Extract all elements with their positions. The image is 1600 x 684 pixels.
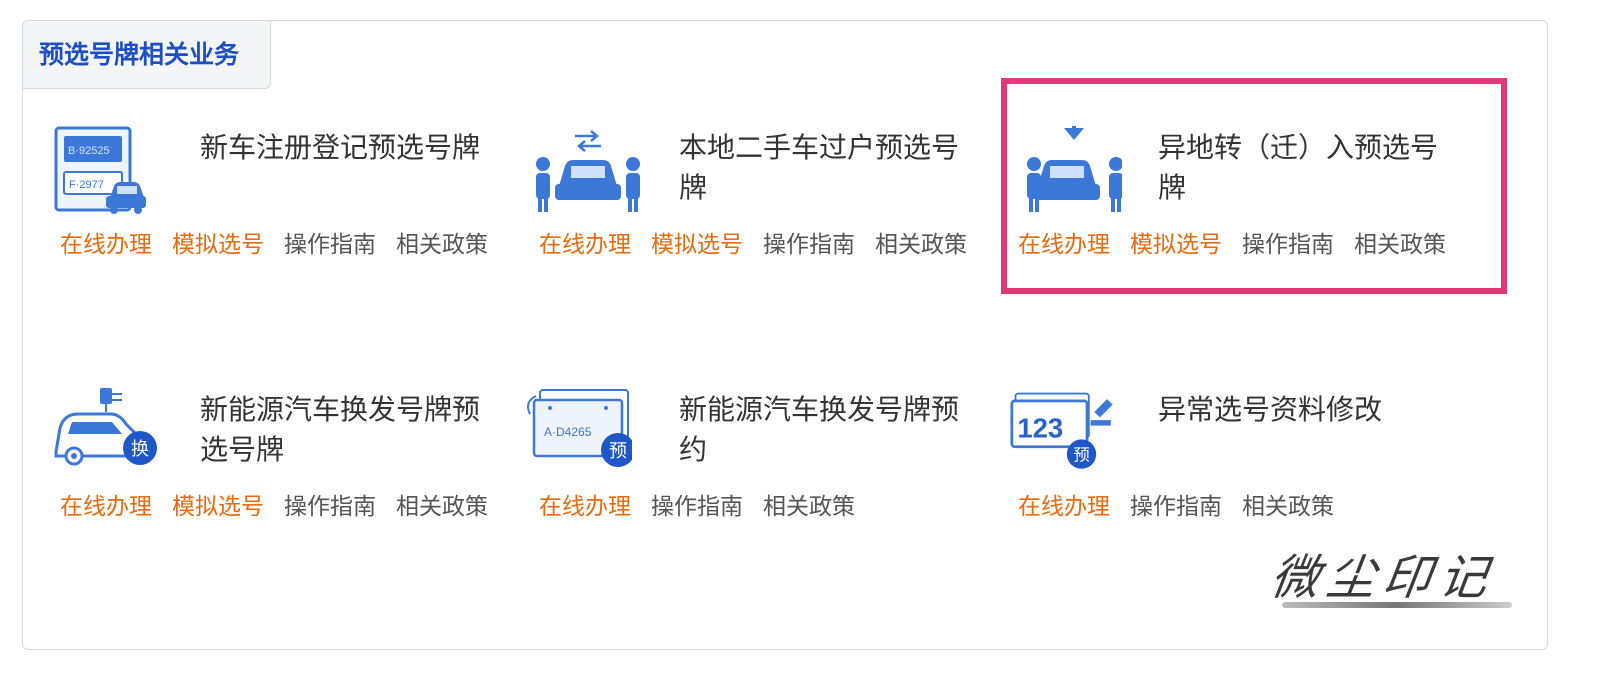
policy-link[interactable]: 相关政策 bbox=[396, 490, 488, 524]
plate-text-bottom: F·2977 bbox=[69, 179, 104, 191]
guide-link[interactable]: 操作指南 bbox=[284, 490, 376, 524]
simulate-select-link[interactable]: 模拟选号 bbox=[651, 228, 743, 262]
badge-text: 预 bbox=[609, 441, 627, 462]
simulate-select-link[interactable]: 模拟选号 bbox=[172, 228, 264, 262]
simulate-select-link[interactable]: 模拟选号 bbox=[172, 490, 264, 524]
guide-link[interactable]: 操作指南 bbox=[284, 228, 376, 262]
highlight-box bbox=[1001, 78, 1507, 294]
online-handle-link[interactable]: 在线办理 bbox=[60, 490, 152, 524]
plate-text-top: B·92525 bbox=[68, 145, 110, 157]
service-title: 异常选号资料修改 bbox=[1158, 393, 1383, 426]
plate-reservation-icon: A·D4265 预 bbox=[527, 389, 632, 467]
plate-text: A·D4265 bbox=[544, 425, 592, 439]
watermark-underline bbox=[1282, 602, 1512, 608]
policy-link[interactable]: 相关政策 bbox=[396, 228, 488, 262]
service-card-ev-plate: 换 新能源汽车换发号牌预选号牌 在线办理 模拟选号 操作指南 相关政策 bbox=[54, 388, 532, 588]
badge-text: 换 bbox=[131, 439, 149, 460]
policy-link[interactable]: 相关政策 bbox=[763, 490, 855, 524]
service-title: 新车注册登记预选号牌 bbox=[200, 131, 481, 164]
service-card-new-car: B·92525 F·2977 新车注册登记预选号牌 在线办理 模拟选号 操作指南… bbox=[54, 126, 532, 326]
badge-text: 预 bbox=[1073, 446, 1090, 465]
number-text: 123 bbox=[1017, 413, 1063, 444]
service-card-local-transfer: 本地二手车过户预选号牌 在线办理 模拟选号 操作指南 相关政策 bbox=[533, 126, 1011, 326]
service-title: 新能源汽车换发号牌预约 bbox=[679, 393, 960, 466]
service-title: 新能源汽车换发号牌预选号牌 bbox=[200, 393, 481, 466]
service-card-ev-reservation: A·D4265 预 新能源汽车换发号牌预约 在线办理 操作指南 相关政策 bbox=[522, 388, 1000, 588]
online-handle-link[interactable]: 在线办理 bbox=[60, 228, 152, 262]
online-handle-link[interactable]: 在线办理 bbox=[539, 228, 631, 262]
service-title: 本地二手车过户预选号牌 bbox=[679, 131, 960, 204]
license-plate-car-icon: B·92525 F·2977 bbox=[54, 126, 146, 214]
number-edit-icon: 123 预 bbox=[1010, 392, 1113, 469]
car-transfer-icon bbox=[536, 130, 640, 212]
electric-car-icon: 换 bbox=[54, 388, 157, 466]
guide-link[interactable]: 操作指南 bbox=[1130, 490, 1222, 524]
online-handle-link[interactable]: 在线办理 bbox=[1018, 490, 1110, 524]
policy-link[interactable]: 相关政策 bbox=[875, 228, 967, 262]
watermark: 微尘印记 bbox=[1267, 538, 1522, 618]
online-handle-link[interactable]: 在线办理 bbox=[539, 490, 631, 524]
section-tab[interactable]: 预选号牌相关业务 bbox=[23, 21, 271, 89]
policy-link[interactable]: 相关政策 bbox=[1242, 490, 1334, 524]
guide-link[interactable]: 操作指南 bbox=[763, 228, 855, 262]
guide-link[interactable]: 操作指南 bbox=[651, 490, 743, 524]
watermark-text: 微尘印记 bbox=[1267, 550, 1500, 606]
